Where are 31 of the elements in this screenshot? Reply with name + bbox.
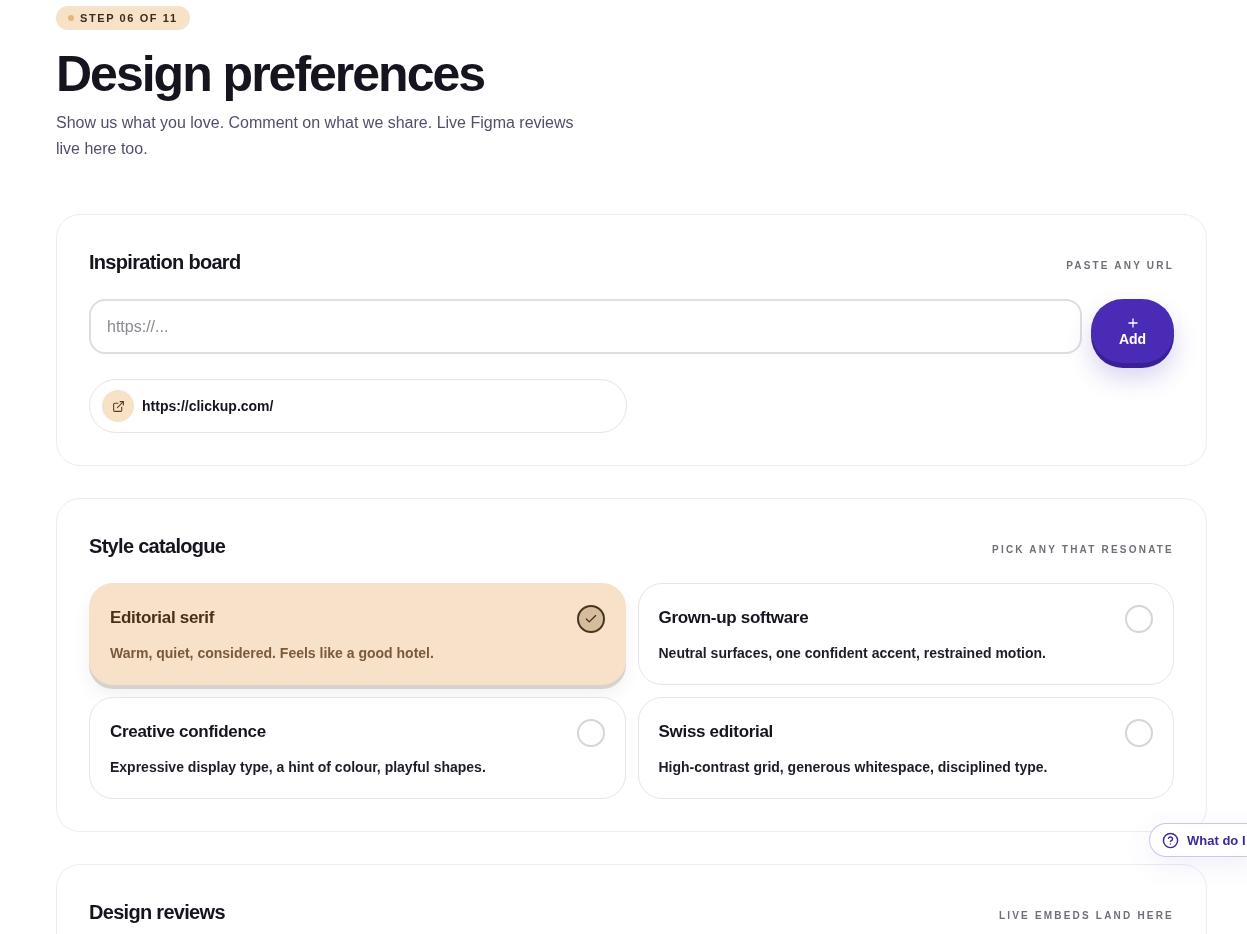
section-hint: PASTE ANY URL [1066, 260, 1174, 271]
style-description: Expressive display type, a hint of colour, playful shapes. [110, 758, 486, 777]
style-title: Creative confidence [110, 721, 267, 743]
style-description: Warm, quiet, considered. Feels like a good hotel. [110, 644, 434, 663]
plus-icon [1125, 315, 1140, 330]
section-hint: LIVE EMBEDS LAND HERE [998, 910, 1174, 921]
style-title: Swiss editorial [658, 721, 775, 743]
style-title: Editorial serif [110, 607, 216, 629]
section-title: Style catalogue [89, 534, 226, 559]
empty-circle-icon[interactable] [576, 719, 605, 747]
url-input-field[interactable]: https://... [89, 299, 1082, 354]
style-description: High-contrast grid, generous whitespace, disciplined type. [658, 758, 1048, 777]
style-option-card[interactable]: Grown-up software Neutral surfaces, one confident accent, restrained motion. [637, 583, 1174, 685]
style-title: Grown-up software [658, 607, 810, 629]
help-icon [1162, 831, 1179, 849]
step-label: STEP 06 OF 11 [80, 12, 178, 24]
section-title: Inspiration board [89, 250, 241, 275]
help-button[interactable]: What do I [1149, 823, 1247, 857]
section-title: Design reviews [89, 900, 225, 925]
section-hint: PICK ANY THAT RESONATE [992, 544, 1174, 555]
page-title: Design preferences [56, 45, 485, 104]
external-link-icon [102, 390, 134, 422]
style-option-card[interactable]: Creative confidence Expressive display type, a hint of colour, playful shapes. [89, 697, 626, 799]
page-subtitle: Show us what you love. Comment on what we share. Live Figma reviews live here too. [56, 113, 575, 159]
status-dot-icon [68, 15, 74, 21]
link-url[interactable]: https://clickup.com/ [142, 398, 274, 414]
empty-circle-icon[interactable] [1125, 719, 1153, 747]
style-description: Neutral surfaces, one confident accent, restrained motion. [658, 644, 1046, 663]
check-circle-icon[interactable] [576, 605, 605, 633]
empty-circle-icon[interactable] [1125, 605, 1153, 633]
style-option-card[interactable]: Swiss editorial High-contrast grid, generous whitespace, disciplined type. [637, 697, 1174, 799]
